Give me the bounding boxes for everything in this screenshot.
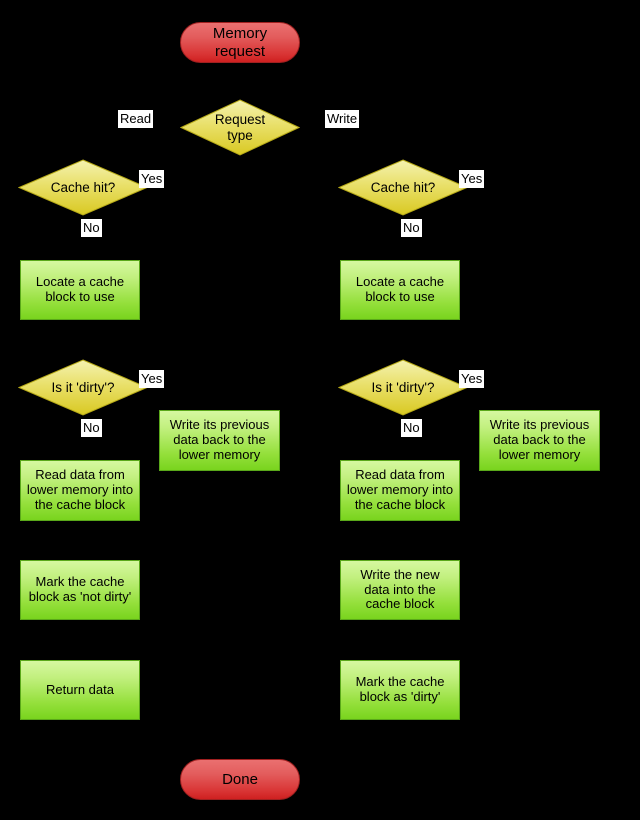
node-read-fill-block-label: Read data from lower memory into the cac…: [26, 467, 134, 512]
node-write-is-dirty[interactable]: Is it 'dirty'?: [338, 359, 468, 416]
node-write-cache-hit[interactable]: Cache hit?: [338, 159, 468, 216]
node-read-fill-block[interactable]: Read data from lower memory into the cac…: [20, 460, 140, 521]
node-write-new-data-label: Write the new data into the cache block: [360, 566, 440, 612]
node-read-mark-not-dirty-label: Mark the cache block as 'not dirty': [28, 574, 132, 604]
edge-label-read-dirty-yes: Yes: [139, 370, 165, 388]
node-write-is-dirty-label: Is it 'dirty'?: [371, 379, 435, 395]
edge-label-read: Read: [118, 110, 154, 128]
node-read-locate-block-label: Locate a cache block to use: [35, 274, 125, 304]
node-read-is-dirty[interactable]: Is it 'dirty'?: [18, 359, 148, 416]
node-done-label: Done: [222, 770, 258, 788]
node-memory-request-label: Memory request: [212, 25, 268, 60]
edge-label-read-hit-no: No: [81, 219, 102, 237]
node-write-mark-dirty[interactable]: Mark the cache block as 'dirty': [340, 660, 460, 720]
edge-label-write-dirty-no: No: [401, 419, 422, 437]
node-read-locate-block[interactable]: Locate a cache block to use: [20, 260, 140, 320]
edge-label-write: Write: [325, 110, 360, 128]
node-read-is-dirty-label: Is it 'dirty'?: [51, 379, 115, 395]
node-read-cache-hit[interactable]: Cache hit?: [18, 159, 148, 216]
edge-label-read-dirty-no: No: [81, 419, 102, 437]
node-write-mark-dirty-label: Mark the cache block as 'dirty': [355, 674, 445, 704]
node-write-fill-block-label: Read data from lower memory into the cac…: [346, 467, 454, 512]
node-read-writeback-label: Write its previous data back to the lowe…: [169, 417, 270, 462]
edge-label-write-hit-no: No: [401, 219, 422, 237]
node-read-mark-not-dirty[interactable]: Mark the cache block as 'not dirty': [20, 560, 140, 620]
edge-label-read-hit-yes: Yes: [139, 170, 165, 188]
node-request-type-label: Request type: [214, 111, 266, 143]
node-write-locate-block[interactable]: Locate a cache block to use: [340, 260, 460, 320]
node-read-return-data[interactable]: Return data: [20, 660, 140, 720]
node-write-writeback-label: Write its previous data back to the lowe…: [489, 417, 590, 462]
node-read-cache-hit-label: Cache hit?: [50, 179, 116, 195]
node-write-locate-block-label: Locate a cache block to use: [355, 274, 445, 304]
node-request-type[interactable]: Request type: [180, 99, 300, 156]
node-done[interactable]: Done: [180, 759, 300, 800]
node-read-return-data-label: Return data: [46, 681, 114, 697]
edge-label-write-hit-yes: Yes: [459, 170, 485, 188]
node-write-writeback[interactable]: Write its previous data back to the lowe…: [479, 410, 600, 471]
node-write-new-data[interactable]: Write the new data into the cache block: [340, 560, 460, 620]
node-write-fill-block[interactable]: Read data from lower memory into the cac…: [340, 460, 460, 521]
edge-label-write-dirty-yes: Yes: [459, 370, 485, 388]
node-write-cache-hit-label: Cache hit?: [370, 179, 436, 195]
node-memory-request[interactable]: Memory request: [180, 22, 300, 63]
node-read-writeback[interactable]: Write its previous data back to the lowe…: [159, 410, 280, 471]
